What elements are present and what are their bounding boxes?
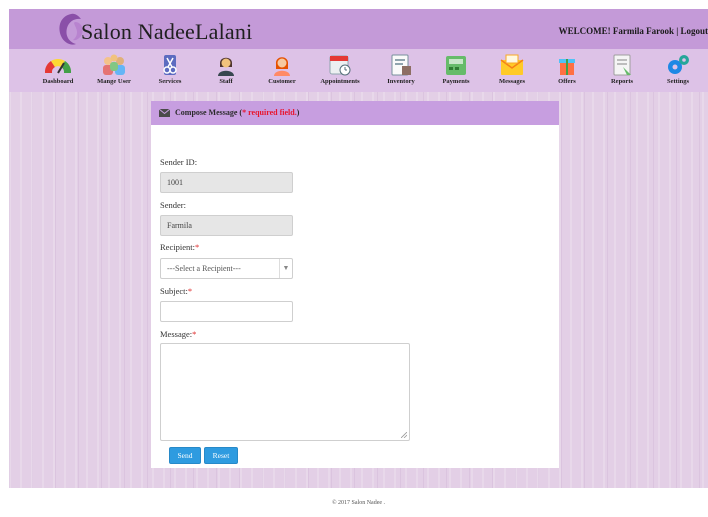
brand-title: Salon NadeeLalani (81, 19, 253, 44)
footer: © 2017 Salon Nadee . (9, 488, 708, 517)
message-label-text: Message: (160, 329, 193, 339)
nav-item-messages[interactable]: Messages (483, 51, 541, 91)
nav-label: Mange User (97, 78, 131, 85)
message-label: Message:* (160, 329, 196, 339)
nav-label: Payments (442, 78, 470, 85)
nav-label: Messages (499, 78, 525, 85)
panel-title: Compose Message (* required field.) (175, 108, 299, 117)
sender-id-label: Sender ID: (160, 157, 198, 167)
logout-link[interactable]: Logout (680, 26, 708, 36)
nav-item-services[interactable]: Services (141, 51, 199, 91)
nav-label: Customer (268, 78, 296, 85)
nav-item-inventory[interactable]: Inventory (372, 51, 430, 91)
nav-label: Dashboard (42, 78, 74, 85)
recipient-select[interactable]: ---Select a Recipient--- ▼ (160, 258, 293, 279)
required-note: * required field. (242, 108, 297, 117)
sender-id-field: 1001 (160, 172, 293, 193)
nav-item-staff[interactable]: Staff (197, 51, 255, 91)
gauge-icon (44, 58, 72, 74)
nav-label: Services (158, 78, 182, 85)
required-star: * (187, 286, 193, 296)
compose-message-panel: Compose Message (* required field.) Send… (151, 101, 559, 468)
nav-item-reports[interactable]: Reports (593, 51, 651, 91)
staff-icon (218, 57, 234, 76)
required-star: * (194, 242, 200, 252)
footer-copyright: © 2017 Salon Nadee . (331, 500, 386, 506)
required-star: * (192, 329, 197, 339)
subject-label-text: Subject: (160, 286, 188, 296)
page-frame: Salon NadeeLalani WELCOME! Farmila Faroo… (9, 9, 708, 517)
gift-icon (559, 59, 575, 75)
nav-label: Appointments (320, 78, 360, 85)
nav-label: Reports (610, 78, 634, 85)
send-button[interactable]: Send (169, 447, 201, 464)
nav-label: Staff (219, 78, 233, 85)
nav-item-offers[interactable]: Offers (538, 51, 596, 91)
resize-grip-icon[interactable] (401, 432, 407, 438)
chevron-down-icon: ▼ (279, 259, 292, 278)
sender-field: Farmila (160, 215, 293, 236)
nav-label: Offers (558, 78, 576, 85)
customer-icon (274, 57, 290, 76)
panel-title-close: ) (296, 108, 300, 117)
envelope-icon (500, 54, 524, 75)
welcome-text: WELCOME! Farmila Farook | (558, 26, 679, 36)
sender-label: Sender: (160, 200, 186, 210)
panel-title-text: Compose Message ( (175, 108, 243, 117)
nav-label: Inventory (387, 78, 415, 85)
recipient-label: Recipient:* (160, 242, 199, 252)
subject-input[interactable] (160, 301, 293, 322)
nav-item-dashboard[interactable]: Dashboard (29, 51, 87, 91)
recipient-selected: ---Select a Recipient--- (167, 264, 241, 273)
message-textarea[interactable] (160, 343, 410, 441)
recipient-label-text: Recipient: (160, 242, 195, 252)
reset-button[interactable]: Reset (204, 447, 238, 464)
nav-item-settings[interactable]: Settings (649, 51, 707, 91)
scissors-icon (163, 55, 177, 75)
nav-item-payments[interactable]: Payments (427, 51, 485, 91)
top-header: Salon NadeeLalani WELCOME! Farmila Faroo… (9, 9, 708, 49)
nav-label: Settings (666, 78, 690, 85)
subject-label: Subject:* (160, 286, 192, 296)
welcome-bar: WELCOME! Farmila Farook | Logout (559, 26, 708, 36)
nav-item-customer[interactable]: Customer (253, 51, 311, 91)
gears-icon (668, 55, 689, 74)
envelope-icon (159, 109, 170, 117)
users-icon (103, 54, 125, 75)
main-nav: Dashboard Mange User Services Staff Cust… (9, 49, 708, 92)
nav-item-appointments[interactable]: Appointments (311, 51, 369, 91)
panel-header: Compose Message (* required field.) (151, 101, 559, 125)
inventory-icon (391, 54, 411, 76)
cash-register-icon (446, 56, 466, 75)
report-icon (613, 54, 631, 76)
nav-item-manage-user[interactable]: Mange User (85, 51, 143, 91)
calendar-clock-icon (329, 55, 351, 76)
